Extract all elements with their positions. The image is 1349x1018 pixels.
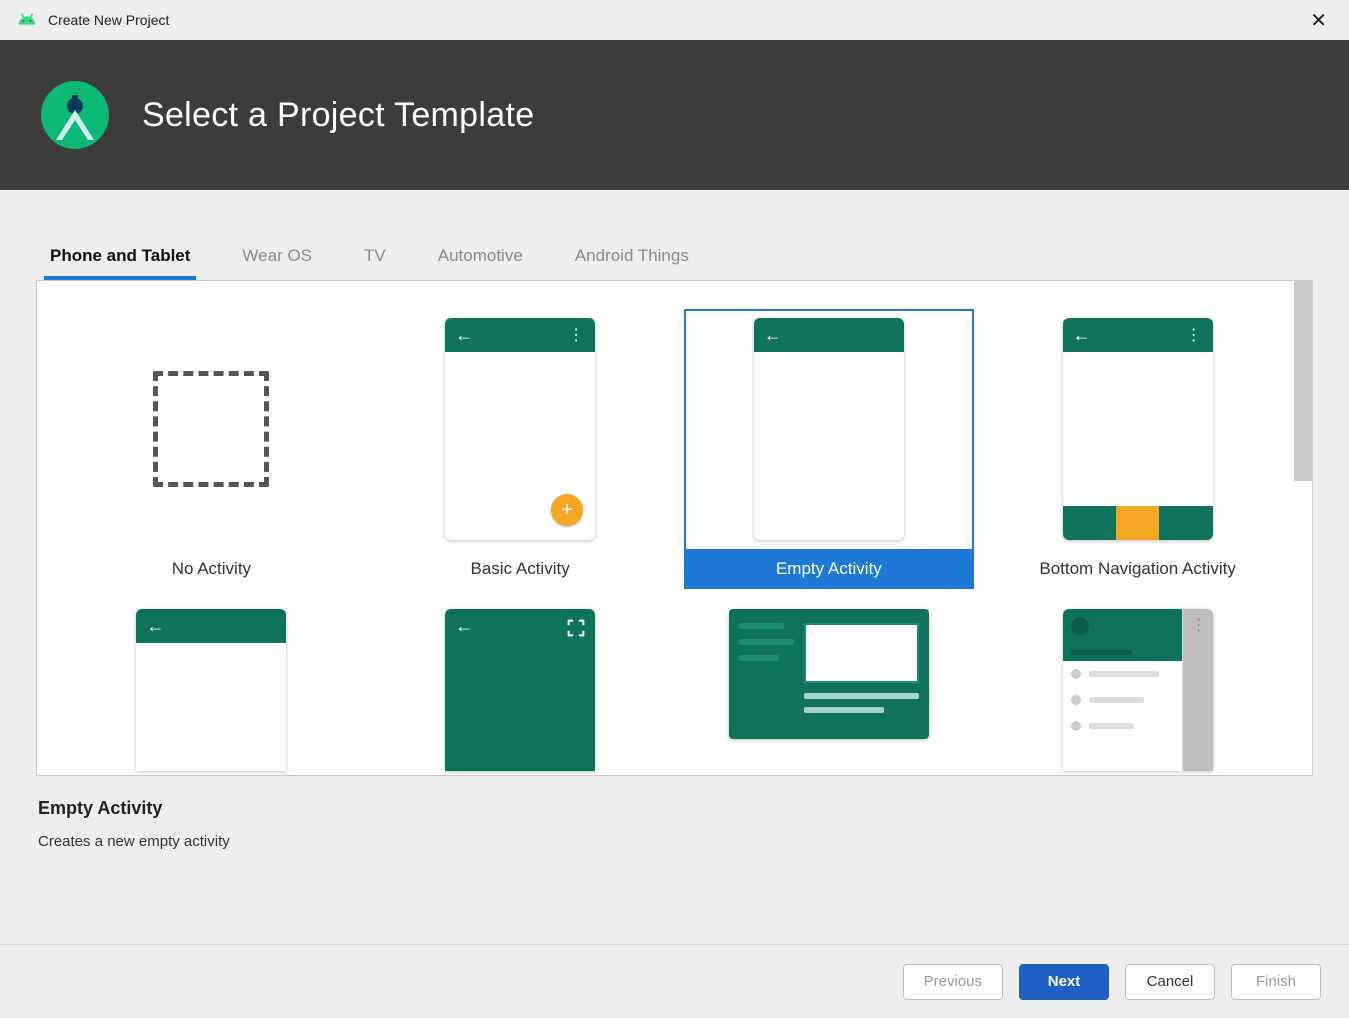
- template-label: No Activity: [66, 549, 356, 589]
- category-tabs: Phone and Tablet Wear OS TV Automotive A…: [36, 190, 1313, 280]
- template-label: Empty Activity: [684, 549, 974, 589]
- template-row2-1[interactable]: ←: [66, 609, 356, 771]
- more-dots-icon: ⋮: [1186, 325, 1203, 345]
- finish-button[interactable]: Finish: [1231, 964, 1321, 1000]
- phone-preview-icon: ← ⋮ +: [445, 318, 595, 540]
- bottom-nav-icon: [1063, 506, 1213, 540]
- page-title: Select a Project Template: [142, 96, 534, 135]
- template-grid: No Activity ←: [36, 280, 1313, 776]
- wizard-button-bar: Previous Next Cancel Finish: [0, 944, 1349, 1018]
- back-arrow-icon: ←: [455, 325, 473, 346]
- android-studio-logo: [40, 80, 110, 150]
- tablet-preview-icon: [729, 609, 929, 739]
- template-row2-3[interactable]: [684, 609, 974, 739]
- back-arrow-icon: ←: [1073, 325, 1091, 346]
- template-label: Basic Activity: [375, 549, 665, 589]
- android-icon: [16, 11, 38, 29]
- tab-automotive[interactable]: Automotive: [432, 236, 529, 280]
- template-no-activity[interactable]: No Activity: [66, 309, 356, 589]
- window-titlebar: Create New Project ✕: [0, 0, 1349, 40]
- phone-preview-icon: ←: [445, 609, 595, 771]
- tab-android-things[interactable]: Android Things: [569, 236, 695, 280]
- selected-template-description: Empty Activity Creates a new empty activ…: [36, 776, 1313, 850]
- back-arrow-icon: ←: [764, 325, 782, 346]
- template-bottom-navigation[interactable]: ← ⋮ Bottom Navigation Activity: [993, 309, 1283, 589]
- more-dots-icon: ⋮: [568, 325, 585, 345]
- selected-template-title: Empty Activity: [38, 798, 1313, 819]
- previous-button[interactable]: Previous: [903, 964, 1003, 1000]
- no-activity-icon: [153, 371, 269, 487]
- window-title: Create New Project: [48, 12, 1298, 28]
- tab-wear-os[interactable]: Wear OS: [236, 236, 318, 280]
- tab-tv[interactable]: TV: [358, 236, 392, 280]
- phone-preview-icon: ← ⋮: [1063, 318, 1213, 540]
- tab-phone-tablet[interactable]: Phone and Tablet: [44, 236, 196, 280]
- template-basic-activity[interactable]: ← ⋮ + Basic Activity: [375, 309, 665, 589]
- selected-template-text: Creates a new empty activity: [38, 833, 1313, 850]
- template-row2-2[interactable]: ←: [375, 609, 665, 771]
- back-arrow-icon: ←: [146, 616, 164, 637]
- phone-preview-icon: ←: [754, 318, 904, 540]
- template-row2-4[interactable]: ⋮: [993, 609, 1283, 771]
- vertical-scrollbar[interactable]: [1294, 281, 1312, 481]
- cancel-button[interactable]: Cancel: [1125, 964, 1215, 1000]
- back-arrow-icon: ←: [455, 616, 473, 637]
- close-icon[interactable]: ✕: [1298, 4, 1339, 37]
- template-empty-activity[interactable]: ← Empty Activity: [684, 309, 974, 589]
- next-button[interactable]: Next: [1019, 964, 1109, 1000]
- wizard-header: Select a Project Template: [0, 40, 1349, 190]
- fab-plus-icon: +: [551, 494, 583, 526]
- phone-preview-icon: ⋮: [1063, 609, 1213, 771]
- phone-preview-icon: ←: [136, 609, 286, 771]
- template-label: Bottom Navigation Activity: [993, 549, 1283, 589]
- more-dots-icon: ⋮: [1191, 615, 1207, 635]
